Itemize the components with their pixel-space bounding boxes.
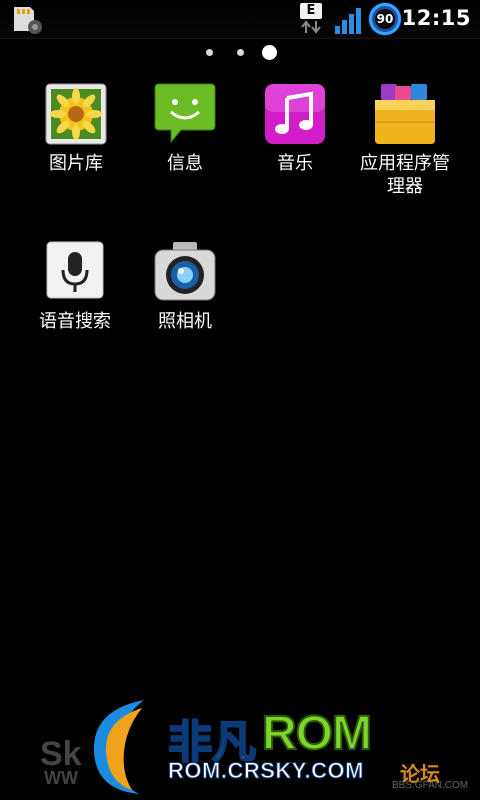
app-gallery[interactable]: 图片库 — [21, 82, 131, 175]
watermark-brand-rom: ROM — [261, 706, 373, 761]
network-type-label: E — [300, 3, 322, 19]
app-label: 图片库 — [49, 153, 103, 174]
app-label: 照相机 — [158, 311, 212, 332]
signal-icon — [335, 8, 361, 34]
voice-search-icon — [43, 240, 107, 304]
battery-icon: 90 — [369, 3, 401, 35]
watermark-logo — [93, 700, 144, 794]
app-label: 音乐 — [277, 153, 313, 174]
app-messaging[interactable]: 信息 — [130, 82, 240, 175]
sd-card-icon — [14, 7, 42, 34]
data-arrows-icon — [301, 20, 321, 34]
app-label: 信息 — [167, 153, 203, 174]
app-manager[interactable]: 应用程序管 理器 — [350, 82, 460, 198]
page-indicator — [0, 44, 480, 62]
status-clock: 12:15 — [401, 6, 471, 30]
app-manager-icon — [373, 82, 437, 146]
app-label: 语音搜索 — [39, 311, 111, 332]
watermark-bbs: BBS.GFAN.COM — [392, 780, 469, 791]
watermark-url: ROM.CRSKY.COM — [168, 758, 364, 784]
app-label: 应用程序管 理器 — [360, 153, 450, 197]
messaging-icon — [153, 82, 217, 146]
gallery-icon — [44, 82, 108, 146]
music-icon — [263, 82, 327, 146]
app-voice-search[interactable]: 语音搜索 — [20, 240, 130, 333]
battery-level: 90 — [375, 9, 395, 29]
status-bar[interactable]: E 90 12:15 — [0, 0, 480, 39]
app-camera[interactable]: 照相机 — [130, 240, 240, 333]
page-dot-2[interactable] — [237, 49, 244, 56]
network-type-indicator: E — [300, 3, 324, 35]
watermark-left-www: WW — [44, 768, 78, 788]
camera-icon — [153, 240, 217, 304]
page-dot-1[interactable] — [206, 49, 213, 56]
app-music[interactable]: 音乐 — [240, 82, 350, 175]
page-dot-3-active[interactable] — [262, 45, 277, 60]
